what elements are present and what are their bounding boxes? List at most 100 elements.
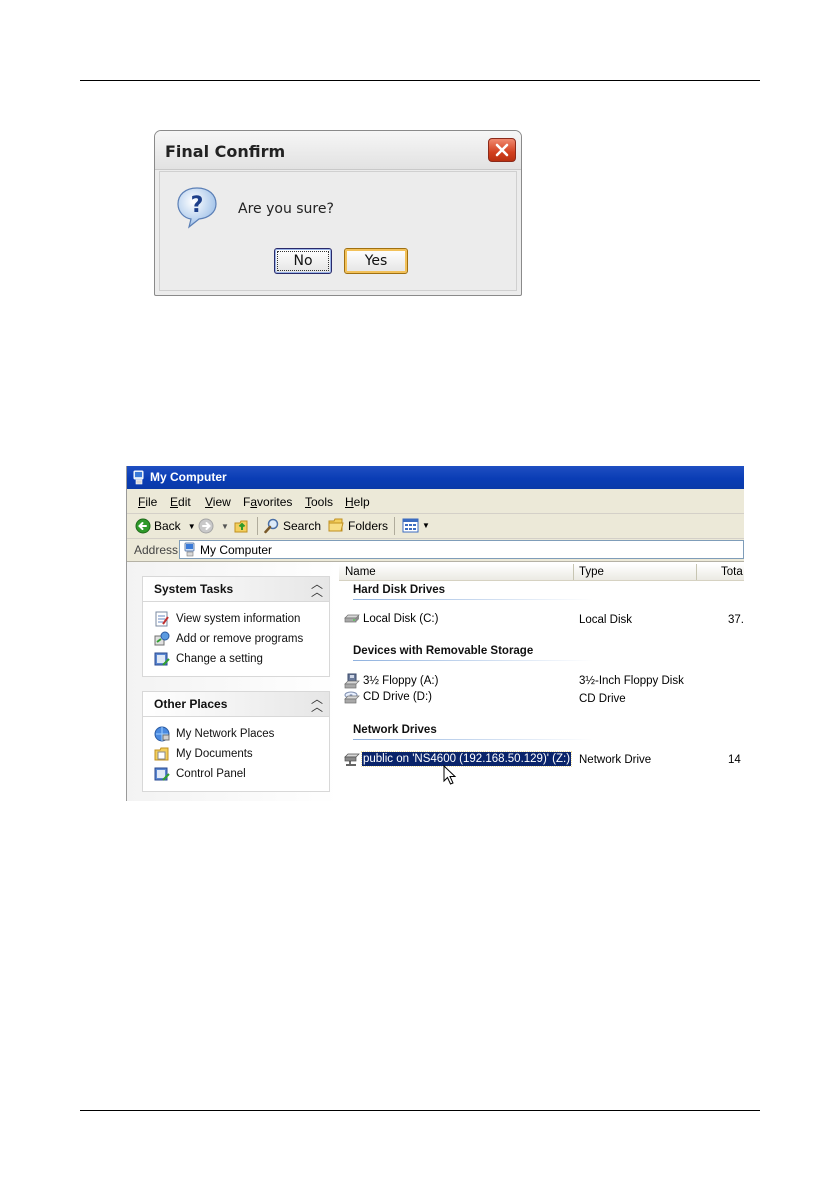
system-tasks-panel: System Tasks ︿ ︿ View system information … <box>142 576 330 677</box>
task-change-a-setting[interactable]: Change a setting <box>154 651 263 667</box>
drives-list-view: Name Type Tota Hard Disk Drives Local Di… <box>339 562 744 801</box>
yes-button[interactable]: Yes <box>344 248 408 274</box>
menu-bar: File Edit View Favorites Tools Help <box>127 489 744 514</box>
task-view-system-information[interactable]: View system information <box>154 611 300 627</box>
collapse-chevron-icon[interactable]: ︿ ︿ <box>311 693 323 713</box>
column-header: Name Type Tota <box>339 564 744 581</box>
views-grid-icon <box>402 518 419 533</box>
window-title: My Computer <box>150 470 227 484</box>
dialog-body: ? Are you sure? No Yes <box>159 171 517 291</box>
other-places-header[interactable]: Other Places ︿ ︿ <box>143 692 329 717</box>
other-places-panel: Other Places ︿ ︿ My Network Places My Doc… <box>142 691 330 792</box>
task-label: Add or remove programs <box>176 633 304 645</box>
menu-tools[interactable]: Tools <box>305 495 333 509</box>
dialog-close-button[interactable] <box>488 138 516 162</box>
drive-cd-d[interactable]: CD Drive (D:) <box>344 690 433 704</box>
my-computer-window: My Computer File Edit View Favorites Too… <box>126 466 744 801</box>
place-my-network-places[interactable]: My Network Places <box>154 726 274 742</box>
footer-rule <box>80 1110 760 1111</box>
group-network-drives: Network Drives <box>353 724 437 736</box>
forward-arrow-icon <box>198 518 214 534</box>
drive-floppy-a[interactable]: 3½ Floppy (A:) <box>344 673 439 689</box>
system-tasks-header[interactable]: System Tasks ︿ ︿ <box>143 577 329 602</box>
drive-type: CD Drive <box>579 693 626 705</box>
cd-drive-icon <box>344 691 360 704</box>
network-drive-icon <box>344 753 360 766</box>
menu-help[interactable]: Help <box>345 495 370 509</box>
search-button[interactable]: Search <box>264 518 321 534</box>
up-folder-icon <box>234 520 248 533</box>
system-tasks-title: System Tasks <box>154 582 234 596</box>
drive-name-selected: public on 'NS4600 (192.168.50.129)' (Z:) <box>360 751 573 767</box>
forward-dropdown-icon[interactable]: ▼ <box>221 522 229 531</box>
place-control-panel[interactable]: Control Panel <box>154 766 246 782</box>
task-pane: System Tasks ︿ ︿ View system information … <box>127 562 339 801</box>
toolbar: Back ▼ ▼ Search Folders ▼ <box>127 514 744 539</box>
column-type[interactable]: Type <box>579 566 604 578</box>
network-places-icon <box>154 726 170 742</box>
views-dropdown-icon[interactable]: ▼ <box>422 521 430 530</box>
drive-name: Local Disk (C:) <box>363 613 439 625</box>
drive-total-size: 14 <box>728 754 741 766</box>
search-label: Search <box>283 519 322 533</box>
drive-type: Local Disk <box>579 614 633 626</box>
menu-view[interactable]: View <box>205 495 231 509</box>
column-name[interactable]: Name <box>345 566 376 578</box>
place-my-documents[interactable]: My Documents <box>154 746 253 762</box>
my-computer-icon <box>184 542 195 557</box>
final-confirm-dialog: Final Confirm ? Are you sure? No Yes <box>154 130 522 296</box>
dialog-titlebar[interactable]: Final Confirm <box>155 131 521 170</box>
menu-edit[interactable]: Edit <box>170 495 191 509</box>
back-arrow-icon <box>135 518 151 534</box>
control-panel-icon <box>154 767 170 781</box>
group-removable-storage: Devices with Removable Storage <box>353 645 534 657</box>
address-input[interactable]: My Computer <box>179 540 744 559</box>
address-bar: Address My Computer <box>127 539 744 562</box>
back-label: Back <box>154 519 181 533</box>
group-divider <box>353 660 593 661</box>
folders-icon <box>328 518 344 532</box>
search-icon <box>264 518 279 534</box>
header-rule <box>80 80 760 81</box>
place-label: Control Panel <box>176 768 246 780</box>
mouse-cursor-icon <box>443 765 457 785</box>
place-label: My Network Places <box>176 728 275 740</box>
other-places-title: Other Places <box>154 697 228 711</box>
system-info-icon <box>155 611 169 627</box>
column-total[interactable]: Tota <box>721 566 743 578</box>
my-computer-icon <box>133 470 144 485</box>
menu-file[interactable]: File <box>138 495 157 509</box>
back-button[interactable]: Back ▼ <box>135 518 196 534</box>
views-button[interactable]: ▼ <box>402 518 430 533</box>
menu-favorites[interactable]: Favorites <box>243 495 292 509</box>
drive-name: CD Drive (D:) <box>363 691 432 703</box>
drive-type: Network Drive <box>579 754 652 766</box>
task-label: View system information <box>176 613 301 625</box>
drive-total-size: 37. <box>728 614 744 626</box>
address-label: Address <box>134 543 179 557</box>
drive-type: 3½-Inch Floppy Disk <box>579 675 684 687</box>
close-icon <box>495 143 509 157</box>
window-titlebar[interactable]: My Computer <box>127 466 744 489</box>
group-divider <box>353 739 593 740</box>
dialog-title: Final Confirm <box>165 142 286 161</box>
forward-button[interactable]: ▼ <box>198 518 229 534</box>
group-divider <box>353 599 593 600</box>
add-remove-programs-icon <box>154 631 170 646</box>
folders-button[interactable]: Folders <box>328 518 388 533</box>
back-dropdown-icon[interactable]: ▼ <box>188 522 196 531</box>
group-hard-disk-drives: Hard Disk Drives <box>353 584 446 596</box>
place-label: My Documents <box>176 748 253 760</box>
collapse-chevron-icon[interactable]: ︿ ︿ <box>311 578 323 598</box>
task-add-remove-programs[interactable]: Add or remove programs <box>154 631 303 647</box>
address-value: My Computer <box>200 543 273 557</box>
question-icon: ? <box>177 187 217 229</box>
hard-disk-icon <box>344 614 360 623</box>
my-documents-icon <box>154 747 169 761</box>
svg-text:?: ? <box>191 193 204 218</box>
folders-label: Folders <box>348 518 389 533</box>
up-folder-button[interactable] <box>234 518 251 534</box>
drive-network-z[interactable]: public on 'NS4600 (192.168.50.129)' (Z:) <box>344 751 573 767</box>
drive-local-disk-c[interactable]: Local Disk (C:) <box>344 612 439 626</box>
no-button[interactable]: No <box>274 248 332 274</box>
